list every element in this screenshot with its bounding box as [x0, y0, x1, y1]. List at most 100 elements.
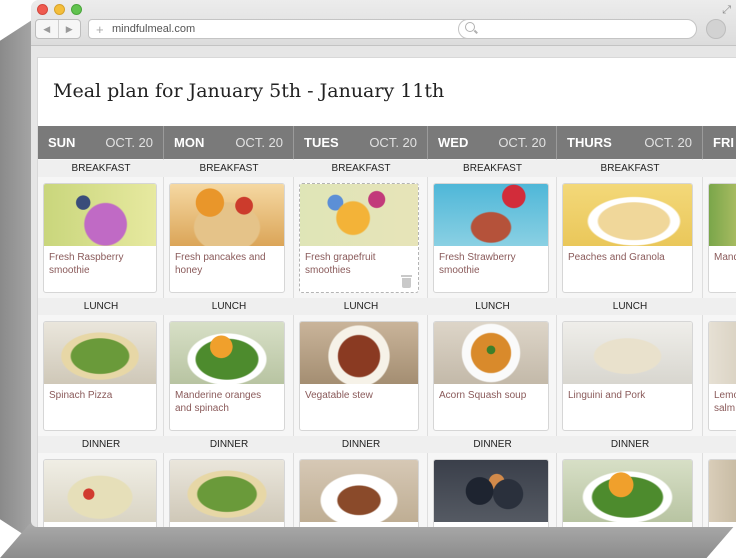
meal-card-lunch-mon[interactable]: Manderine oranges and spinach	[169, 321, 285, 431]
meal-photo	[44, 322, 156, 384]
meal-name: Mand	[714, 252, 736, 263]
day-header-row: SUN OCT. 20 MON OCT. 20 TUES OCT. 20 WED…	[38, 126, 736, 159]
meal-card-dinner-wed[interactable]	[433, 459, 549, 527]
meal-label-lunch: LUNCH	[38, 298, 164, 315]
meal-photo	[300, 460, 418, 522]
meal-card-lunch-sun[interactable]: Spinach Pizza	[43, 321, 157, 431]
meal-card-dinner-tues[interactable]	[299, 459, 419, 527]
meal-label-breakfast	[703, 160, 736, 177]
day-date: OCT. 20	[369, 135, 417, 150]
meal-card-dinner-mon[interactable]	[169, 459, 285, 527]
meal-photo	[170, 184, 284, 246]
meal-photo	[563, 322, 692, 384]
meal-label-lunch	[703, 298, 736, 315]
day-header-wed[interactable]: WED OCT. 20	[428, 126, 557, 159]
extension-icon[interactable]	[706, 19, 726, 39]
meal-label-breakfast: BREAKFAST	[164, 160, 294, 177]
meal-name: Fresh Strawberry smoothie	[439, 252, 516, 276]
back-arrow-icon[interactable]: ◀	[36, 20, 59, 38]
meal-card-lunch-tues[interactable]: Vegatable stew	[299, 321, 419, 431]
day-name: WED	[438, 135, 469, 150]
search-input[interactable]	[458, 19, 697, 39]
meal-name: Manderine oranges and spinach	[175, 390, 262, 414]
meal-plan-page: Meal plan for January 5th - January 11th…	[37, 57, 736, 527]
meal-label-lunch: LUNCH	[428, 298, 557, 315]
meal-photo	[44, 184, 156, 246]
meal-photo	[709, 460, 736, 522]
device-frame-bottom	[0, 524, 736, 558]
meal-photo	[300, 322, 418, 384]
meal-card-breakfast-wed[interactable]: Fresh Strawberry smoothie	[433, 183, 549, 293]
zoom-window-button[interactable]	[71, 4, 82, 15]
meal-name: Fresh Raspberry smoothie	[49, 252, 124, 276]
add-bookmark-icon[interactable]: +	[96, 22, 104, 37]
address-bar[interactable]: + mindfulmeal.com ↻	[88, 19, 482, 39]
meal-photo	[563, 184, 692, 246]
history-nav: ◀ ▶	[35, 19, 81, 39]
meal-photo	[709, 322, 736, 384]
meal-photo	[563, 460, 692, 522]
meal-photo	[434, 184, 548, 246]
meal-name: Spinach Pizza	[49, 390, 113, 401]
meal-card-breakfast-fri[interactable]: Mand	[708, 183, 736, 293]
meal-label-breakfast: BREAKFAST	[428, 160, 557, 177]
minimize-window-button[interactable]	[54, 4, 65, 15]
meal-name: Fresh pancakes and honey	[175, 252, 266, 276]
day-date: OCT. 20	[644, 135, 692, 150]
meal-label-lunch: LUNCH	[294, 298, 428, 315]
meal-photo	[170, 322, 284, 384]
day-header-tues[interactable]: TUES OCT. 20	[294, 126, 428, 159]
meal-label-dinner: DINNER	[294, 436, 428, 453]
meal-name: Lemo salm	[714, 390, 736, 414]
meal-name: Linguini and Pork	[568, 390, 646, 401]
meal-photo	[300, 184, 418, 246]
meal-card-breakfast-tues[interactable]: Fresh grapefruit smoothies	[299, 183, 419, 293]
device-frame-left	[0, 20, 32, 540]
meal-card-dinner-fri[interactable]	[708, 459, 736, 527]
day-date: OCT. 20	[235, 135, 283, 150]
browser-toolbar: ⤢ ◀ ▶ + mindfulmeal.com ↻	[31, 0, 736, 46]
meal-card-breakfast-mon[interactable]: Fresh pancakes and honey	[169, 183, 285, 293]
meal-card-lunch-wed[interactable]: Acorn Squash soup	[433, 321, 549, 431]
meal-card-lunch-fri[interactable]: Lemo salm	[708, 321, 736, 431]
meal-label-lunch: LUNCH	[557, 298, 703, 315]
page-title: Meal plan for January 5th - January 11th	[53, 80, 445, 102]
close-window-button[interactable]	[37, 4, 48, 15]
meal-photo	[434, 460, 548, 522]
meal-photo	[709, 184, 736, 246]
day-header-thurs[interactable]: THURS OCT. 20	[557, 126, 703, 159]
meal-photo	[434, 322, 548, 384]
meal-card-dinner-sun[interactable]	[43, 459, 157, 527]
forward-arrow-icon[interactable]: ▶	[59, 20, 81, 38]
search-icon	[465, 22, 475, 32]
meal-label-dinner: DINNER	[164, 436, 294, 453]
day-name: MON	[174, 135, 205, 150]
meal-label-dinner: DINNER	[428, 436, 557, 453]
meal-name: Acorn Squash soup	[439, 390, 527, 401]
meal-label-lunch: LUNCH	[164, 298, 294, 315]
address-url: mindfulmeal.com	[112, 23, 196, 35]
meal-card-dinner-thurs[interactable]	[562, 459, 693, 527]
meal-card-lunch-thurs[interactable]: Linguini and Pork	[562, 321, 693, 431]
meal-name: Fresh grapefruit smoothies	[305, 252, 376, 276]
browser-window: ⤢ ◀ ▶ + mindfulmeal.com ↻ Meal plan for …	[31, 0, 736, 527]
day-header-mon[interactable]: MON OCT. 20	[164, 126, 294, 159]
meal-photo	[170, 460, 284, 522]
meal-card-breakfast-thurs[interactable]: Peaches and Granola	[562, 183, 693, 293]
day-header-fri[interactable]: FRI	[703, 126, 736, 159]
day-name: FRI	[713, 135, 734, 150]
meal-label-breakfast: BREAKFAST	[557, 160, 703, 177]
day-date: OCT. 20	[105, 135, 153, 150]
meal-label-breakfast: BREAKFAST	[294, 160, 428, 177]
day-header-sun[interactable]: SUN OCT. 20	[38, 126, 164, 159]
fullscreen-icon[interactable]: ⤢	[722, 4, 731, 17]
day-date: OCT. 20	[498, 135, 546, 150]
meal-name: Peaches and Granola	[568, 252, 665, 263]
meal-label-dinner: DINNER	[38, 436, 164, 453]
trash-icon[interactable]	[401, 275, 412, 288]
meal-label-dinner	[703, 436, 736, 453]
day-name: THURS	[567, 135, 612, 150]
meal-card-breakfast-sun[interactable]: Fresh Raspberry smoothie	[43, 183, 157, 293]
day-name: TUES	[304, 135, 339, 150]
meal-label-breakfast: BREAKFAST	[38, 160, 164, 177]
